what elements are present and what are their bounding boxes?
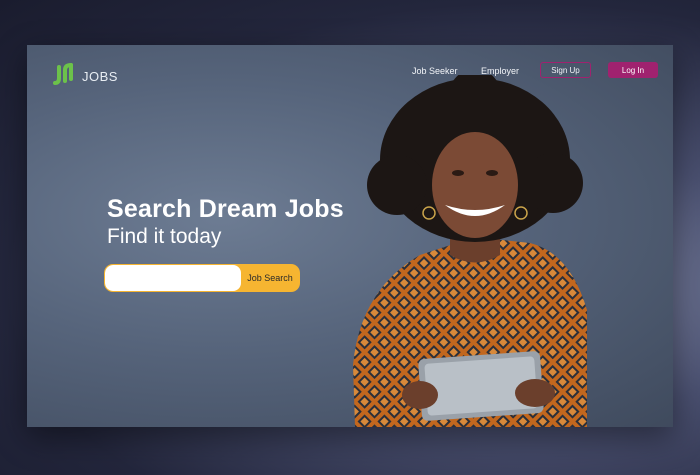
job-search-button[interactable]: Job Search (241, 265, 299, 291)
job-search-input[interactable] (105, 265, 241, 291)
hero-title: Search Dream Jobs (107, 195, 344, 223)
job-search-bar: Job Search (105, 265, 299, 291)
hero-subtitle: Find it today (107, 225, 222, 248)
hero-person-image (353, 75, 587, 427)
landing-page: JOBS Job Seeker Employer Sign Up Log In … (27, 45, 673, 427)
